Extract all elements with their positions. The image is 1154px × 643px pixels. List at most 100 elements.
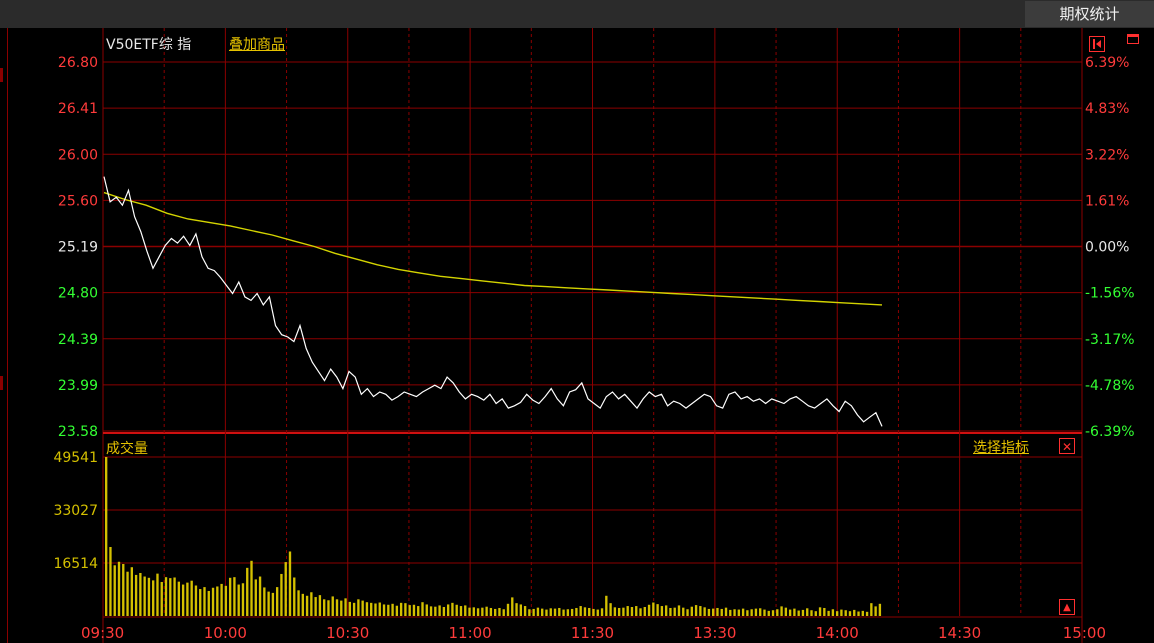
volume-bar [835, 611, 839, 616]
volume-bar [682, 607, 685, 616]
volume-bar [327, 600, 330, 616]
volume-bar [511, 597, 514, 616]
volume-axis: 49541 33027 16514 [53, 450, 98, 572]
volume-bar [801, 609, 805, 616]
collapse-left-icon[interactable] [1089, 36, 1105, 52]
volume-bar [357, 599, 360, 616]
volume-bar [297, 590, 300, 616]
volume-title: 成交量 [106, 441, 148, 457]
volume-bar [365, 602, 369, 616]
volume-bar [660, 606, 664, 616]
percent-tick-label: -3.17% [1085, 332, 1135, 348]
volume-bar [164, 577, 168, 616]
volume-bar [754, 608, 758, 616]
volume-bar [605, 595, 608, 616]
expand-panel-icon[interactable]: ▲ [1059, 599, 1075, 615]
volume-bar [275, 587, 279, 616]
percent-tick-label: 4.83% [1085, 101, 1129, 117]
volume-bar [771, 610, 775, 616]
volume-bar [776, 609, 779, 616]
volume-bar [134, 574, 138, 616]
volume-bar [814, 611, 817, 616]
volume-bar [861, 610, 864, 616]
volume-bar [741, 608, 745, 616]
volume-bar [152, 580, 155, 616]
time-tick-label: 14:30 [938, 624, 981, 642]
volume-bars [105, 457, 882, 616]
overlay-commodity-link[interactable]: 叠加商品 [229, 37, 285, 53]
volume-bar [600, 608, 604, 616]
volume-bar [613, 607, 617, 616]
volume-bar [562, 609, 565, 616]
maximize-icon[interactable] [1127, 34, 1139, 44]
volume-bar [425, 604, 428, 616]
volume-bar [737, 609, 741, 616]
volume-bar [228, 577, 232, 616]
volume-bar [827, 610, 830, 616]
volume-bar [408, 605, 411, 616]
volume-bar [664, 605, 668, 616]
volume-bar [288, 551, 292, 616]
percent-tick-label: 0.00% [1085, 240, 1129, 256]
volume-bar [878, 603, 882, 616]
volume-bar [468, 607, 471, 616]
volume-bar [169, 578, 172, 616]
volume-bar [113, 565, 116, 616]
select-indicator-link[interactable]: 选择指标 [973, 440, 1029, 456]
volume-bar [271, 592, 275, 616]
volume-bar [352, 602, 356, 616]
volume-bar [211, 587, 215, 616]
volume-bar [160, 581, 163, 616]
intraday-chart: 26.80 26.41 26.00 25.60 25.19 24.80 24.39 23.99… [53, 28, 1135, 643]
volume-bar [609, 603, 612, 616]
volume-bar [519, 604, 522, 616]
volume-bar [485, 606, 488, 616]
volume-bar [694, 605, 698, 616]
time-tick-label: 10:30 [326, 624, 369, 642]
volume-bar [395, 605, 399, 616]
volume-bar [258, 576, 262, 616]
volume-bar [874, 606, 877, 616]
volume-bar [818, 607, 822, 616]
chart-title: V50ETF综 指 [106, 37, 192, 53]
volume-bar [126, 571, 129, 616]
volume-bar [399, 602, 403, 616]
close-volume-icon[interactable]: ✕ [1059, 438, 1075, 454]
volume-bar [280, 573, 283, 616]
volume-bar [810, 610, 813, 616]
volume-bar [630, 607, 634, 616]
volume-bar [797, 610, 800, 616]
volume-bar [502, 609, 505, 616]
price-line [103, 176, 883, 427]
volume-bar [669, 607, 672, 616]
volume-bar [767, 610, 770, 616]
volume-bar [588, 607, 591, 616]
volume-bar [387, 604, 390, 616]
volume-bar [391, 603, 394, 616]
volume-bar [139, 572, 142, 616]
volume-bar [596, 609, 599, 616]
volume-bar [216, 586, 219, 616]
volume-tick-label: 49541 [53, 450, 98, 466]
volume-bar [643, 607, 646, 616]
volume-bar [647, 604, 651, 616]
price-axis: 26.80 26.41 26.00 25.60 25.19 24.80 24.39 23.99… [58, 55, 98, 440]
chart-grid [102, 28, 1083, 643]
volume-bar [729, 609, 732, 616]
volume-bar [699, 606, 702, 616]
volume-bar [173, 577, 176, 616]
volume-bar [788, 609, 792, 616]
volume-bar [378, 602, 381, 616]
volume-bar [147, 577, 151, 616]
volume-bar [575, 607, 578, 616]
volume-bar [652, 602, 655, 616]
volume-bar [853, 609, 856, 616]
volume-bar [622, 607, 625, 616]
volume-bar [476, 608, 480, 616]
volume-bar [806, 608, 809, 616]
volume-bar [857, 611, 860, 616]
volume-bar [498, 607, 501, 616]
volume-bar [712, 608, 715, 616]
volume-bar [331, 596, 334, 616]
volume-bar [284, 562, 287, 616]
